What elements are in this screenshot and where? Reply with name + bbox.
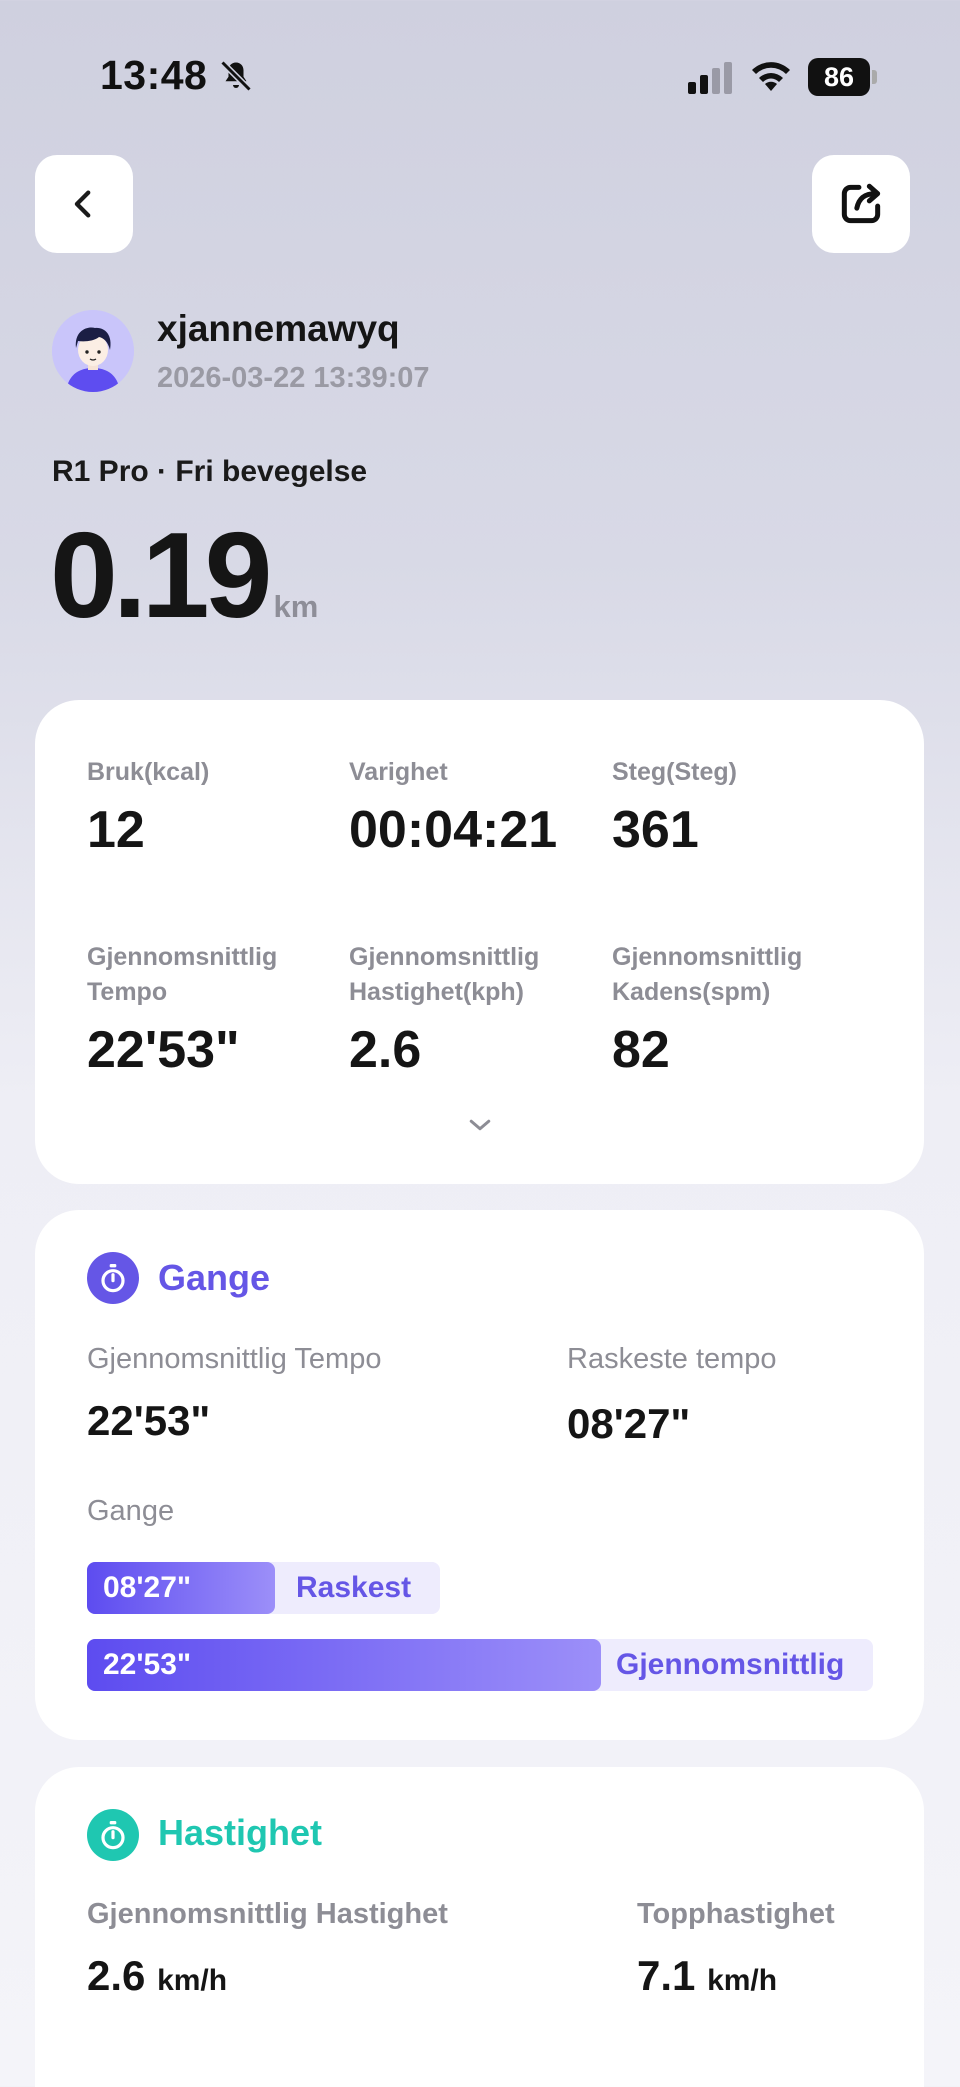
section-title: Hastighet [158,1812,323,1853]
walk-card: Gange Gjennomsnittlig Tempo 22'53" Raske… [35,1210,924,1740]
fastest-pace-value: 08'27" [567,1400,691,1447]
username: xjannemawyq [157,308,400,349]
stat-label: Steg(Steg) [612,758,737,786]
chevron-down-icon[interactable] [465,1110,495,1140]
stat-value: 2.6 [349,1021,422,1079]
avg-speed-label: Gjennomsnittlig Hastighet [87,1898,448,1930]
bell-slash-icon [220,60,252,92]
stat-value: 12 [87,801,145,859]
stat-calories: Bruk(kcal) 12 [87,755,337,860]
section-title: Gange [158,1257,271,1298]
distance-value: 0.19 [50,507,272,643]
stat-label: Varighet [349,758,448,786]
share-button[interactable] [812,155,910,253]
stat-value: 22'53" [87,1021,240,1079]
stat-duration: Varighet 00:04:21 [349,755,629,860]
avg-pace-label: Gjennomsnittlig Tempo [87,1343,382,1375]
status-bar: 13:48 86 [0,0,960,150]
avatar[interactable] [52,310,134,392]
status-time: 13:48 [100,52,208,98]
stat-value: 361 [612,801,699,859]
avg-speed: 2.6 km/h [87,1952,227,2000]
stat-avg-pace: Gjennomsnittlig Tempo 22'53" [87,940,317,1080]
battery-level: 86 [808,58,870,96]
top-speed: 7.1 km/h [637,1952,777,2000]
avg-pace-bar: 22'53" Gjennomsnittlig [87,1639,873,1691]
avg-pace-value: 22'53" [87,1397,211,1444]
speed-card: Hastighet Gjennomsnittlig Hastighet 2.6 … [35,1767,924,2087]
top-speed-label: Topphastighet [637,1898,835,1930]
stat-label: Gjennomsnittlig Kadens(spm) [612,943,803,1006]
battery-icon: 86 [808,58,878,96]
avatar-icon [52,310,134,392]
stat-avg-speed: Gjennomsnittlig Hastighet(kph) 2.6 [349,940,579,1080]
fastest-pace-bar: 08'27" Raskest [87,1562,440,1614]
distance: 0.19 km [50,507,319,643]
back-button[interactable] [35,155,133,253]
device-mode: R1 Pro · Fri bevegelse [52,455,368,488]
top-speed-value: 7.1 [637,1952,696,1999]
fastest-pace-label: Raskeste tempo [567,1343,777,1375]
fastest-pace-bar-label: Raskest [296,1571,412,1604]
stat-label: Bruk(kcal) [87,758,210,786]
stat-avg-cadence: Gjennomsnittlig Kadens(spm) 82 [612,940,842,1080]
stat-value: 82 [612,1021,670,1079]
activity-datetime: 2026-03-22 13:39:07 [157,362,430,394]
avg-speed-value: 2.6 [87,1952,146,1999]
wifi-icon [752,62,790,91]
timer-icon [87,1809,139,1861]
fastest-pace-fill: 08'27" [87,1562,275,1614]
chevron-left-icon [74,190,91,218]
stat-label: Gjennomsnittlig Tempo [87,943,278,1006]
stat-value: 00:04:21 [349,801,558,859]
share-icon [841,183,881,224]
cellular-signal-icon [688,62,732,94]
stopwatch-icon [87,1252,139,1304]
avg-pace-bar-label: Gjennomsnittlig [616,1648,845,1681]
stat-steps: Steg(Steg) 361 [612,755,862,860]
avg-pace-fill: 22'53" [87,1639,601,1691]
top-speed-unit: km/h [707,1964,778,1997]
pace-chart-label: Gange [87,1495,175,1527]
stats-card: Bruk(kcal) 12 Varighet 00:04:21 Steg(Ste… [35,700,924,1184]
distance-unit: km [273,589,319,624]
stat-label: Gjennomsnittlig Hastighet(kph) [349,943,540,1006]
avg-speed-unit: km/h [157,1964,228,1997]
